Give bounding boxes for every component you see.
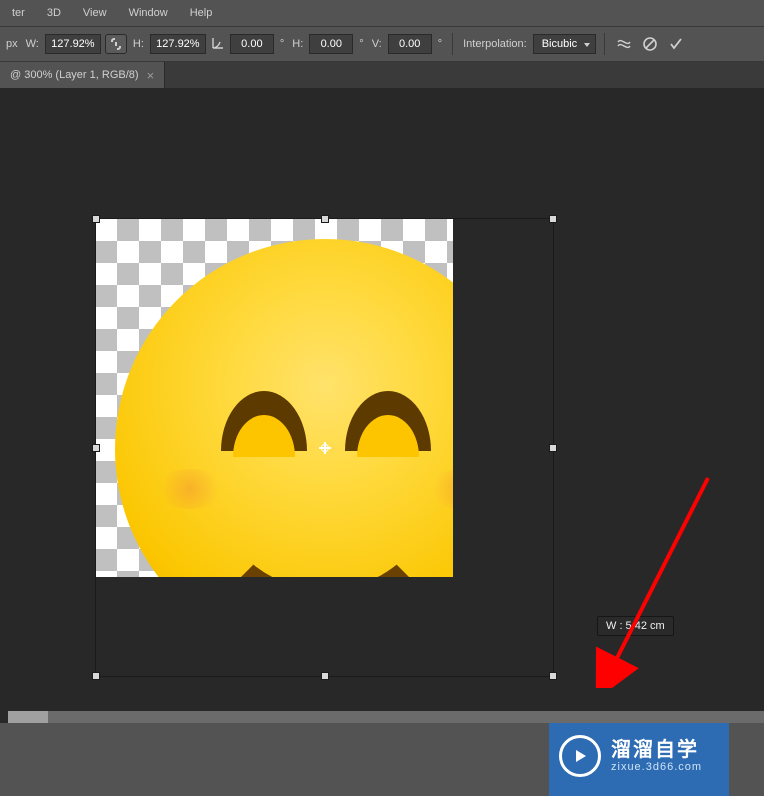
transform-handle-tl[interactable] xyxy=(92,215,100,223)
menu-item-view[interactable]: View xyxy=(73,3,117,23)
angle-icon xyxy=(210,36,226,53)
watermark-logo-icon xyxy=(559,735,601,777)
interpolation-label: Interpolation: xyxy=(461,38,529,50)
menu-item-window[interactable]: Window xyxy=(119,3,178,23)
check-icon xyxy=(668,36,684,52)
link-icon xyxy=(110,37,122,51)
canvas-area[interactable]: W : 5.42 cm 溜溜自学 zixue.3d66.com xyxy=(0,88,764,723)
status-zoom-field[interactable] xyxy=(8,711,48,723)
skew-v-degree-symbol: ° xyxy=(436,38,444,50)
menu-item-help[interactable]: Help xyxy=(180,3,223,23)
transform-handle-r[interactable] xyxy=(549,444,557,452)
width-input[interactable] xyxy=(45,34,101,54)
cancel-transform-button[interactable] xyxy=(639,33,661,55)
menu-bar: ter 3D View Window Help xyxy=(0,0,764,26)
transform-handle-tr[interactable] xyxy=(549,215,557,223)
transform-handle-b[interactable] xyxy=(321,672,329,680)
divider xyxy=(604,33,605,55)
transform-handle-l[interactable] xyxy=(92,444,100,452)
transform-center-icon[interactable] xyxy=(319,442,331,454)
transform-handle-t[interactable] xyxy=(321,215,329,223)
options-bar: px W: H: ° H: ° V: ° Interpolation: Bicu… xyxy=(0,26,764,62)
height-label: H: xyxy=(131,38,146,50)
document-tab[interactable]: @ 300% (Layer 1, RGB/8) × xyxy=(0,62,165,88)
transform-bounding-box[interactable] xyxy=(95,218,554,677)
interpolation-select[interactable]: Bicubic xyxy=(533,34,596,54)
menu-item-filter[interactable]: ter xyxy=(2,3,35,23)
watermark-title: 溜溜自学 xyxy=(611,739,702,761)
status-info xyxy=(48,711,764,723)
measurement-tooltip: W : 5.42 cm xyxy=(597,616,674,636)
tab-title: @ 300% (Layer 1, RGB/8) xyxy=(10,69,139,81)
skew-h-degree-symbol: ° xyxy=(357,38,365,50)
warp-mode-button[interactable] xyxy=(613,33,635,55)
angle-input[interactable] xyxy=(230,34,274,54)
skew-v-input[interactable] xyxy=(388,34,432,54)
commit-transform-button[interactable] xyxy=(665,33,687,55)
tab-bar: @ 300% (Layer 1, RGB/8) × xyxy=(0,62,764,88)
watermark: 溜溜自学 zixue.3d66.com xyxy=(549,716,729,796)
skew-h-input[interactable] xyxy=(309,34,353,54)
close-tab-button[interactable]: × xyxy=(147,68,155,83)
skew-v-label: V: xyxy=(370,38,384,50)
link-aspect-button[interactable] xyxy=(105,34,127,54)
warp-icon xyxy=(616,36,632,52)
transform-handle-br[interactable] xyxy=(549,672,557,680)
skew-h-label: H: xyxy=(290,38,305,50)
width-label: W: xyxy=(24,38,41,50)
cancel-icon xyxy=(642,36,658,52)
divider xyxy=(452,33,453,55)
menu-item-3d[interactable]: 3D xyxy=(37,3,71,23)
status-bar xyxy=(8,711,764,723)
annotation-arrow-icon xyxy=(588,468,728,688)
watermark-url: zixue.3d66.com xyxy=(611,761,702,773)
height-input[interactable] xyxy=(150,34,206,54)
angle-degree-symbol: ° xyxy=(278,38,286,50)
unit-label: px xyxy=(4,38,20,50)
transform-handle-bl[interactable] xyxy=(92,672,100,680)
